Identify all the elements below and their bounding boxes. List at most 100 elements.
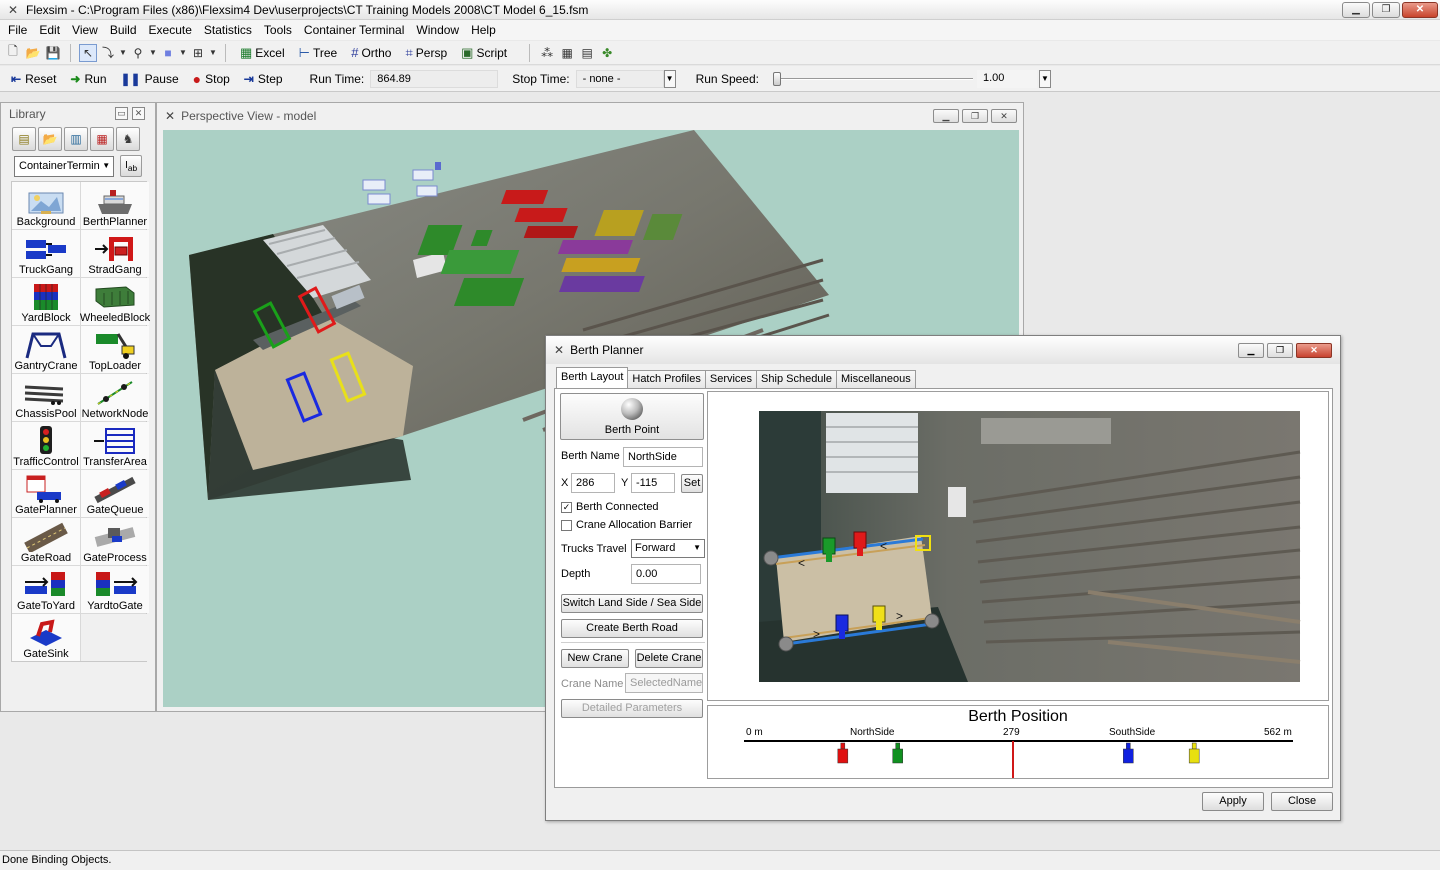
reset-button[interactable]: ⇤ Reset bbox=[4, 69, 63, 89]
persp-button[interactable]: ⌗ Persp bbox=[399, 43, 453, 63]
library-add-icon[interactable]: ▥ bbox=[64, 127, 88, 151]
dialog-close-button[interactable]: ✕ bbox=[1296, 343, 1332, 358]
crane-position-marker[interactable] bbox=[1123, 742, 1134, 764]
new-file-icon[interactable]: 🗋 bbox=[4, 44, 22, 62]
stop-button[interactable]: ● Stop bbox=[186, 69, 237, 89]
library-item-toploader[interactable]: TopLoader bbox=[81, 326, 149, 373]
tab-services[interactable]: Services bbox=[704, 370, 758, 388]
tab-berth-layout[interactable]: Berth Layout bbox=[556, 367, 629, 388]
stop-time-field[interactable]: - none - bbox=[575, 69, 664, 88]
crane-position-marker[interactable] bbox=[837, 742, 849, 764]
dropdown-arrow-icon[interactable]: ▼ bbox=[119, 44, 127, 62]
crane-allocation-barrier-checkbox[interactable]: Crane Allocation Barrier bbox=[561, 519, 692, 531]
step-button[interactable]: ⇥ Step bbox=[237, 69, 290, 89]
library-item-gantrycrane[interactable]: GantryCrane bbox=[12, 326, 80, 373]
library-close-button[interactable]: ✕ bbox=[132, 107, 145, 120]
library-minimize-button[interactable]: ▭ bbox=[115, 107, 128, 120]
menu-window[interactable]: Window bbox=[410, 20, 465, 40]
crane-name-input[interactable]: SelectedName bbox=[625, 673, 703, 693]
berth-name-input[interactable]: NorthSide bbox=[623, 447, 703, 467]
object-connect-icon[interactable]: ⚲ bbox=[129, 44, 147, 62]
menu-view[interactable]: View bbox=[66, 20, 104, 40]
run-button[interactable]: ➜ Run bbox=[63, 69, 113, 89]
view-minimize-button[interactable]: ▁ bbox=[933, 109, 959, 123]
delete-crane-button[interactable]: Delete Crane bbox=[635, 649, 703, 668]
dropdown-arrow-icon[interactable]: ▼ bbox=[209, 44, 217, 62]
berth-map-view[interactable]: < < > > bbox=[707, 391, 1329, 701]
ortho-button[interactable]: # Ortho bbox=[345, 43, 397, 63]
library-item-yardtogate[interactable]: YardtoGate bbox=[81, 566, 149, 613]
save-icon[interactable]: 💾 bbox=[44, 44, 62, 62]
detailed-parameters-button[interactable]: Detailed Parameters bbox=[561, 699, 703, 718]
berth-position-track[interactable] bbox=[708, 706, 1328, 778]
menu-build[interactable]: Build bbox=[104, 20, 143, 40]
close-button[interactable]: ✕ bbox=[1402, 2, 1438, 18]
stats-icon[interactable]: ▤ bbox=[578, 44, 596, 62]
berth-connected-checkbox[interactable]: ✓ Berth Connected bbox=[561, 501, 659, 513]
close-dialog-button[interactable]: Close bbox=[1271, 792, 1333, 811]
x-input[interactable]: 286 bbox=[571, 473, 615, 493]
crane-position-marker[interactable] bbox=[1188, 742, 1200, 764]
library-user-icon[interactable]: ♞ bbox=[116, 127, 140, 151]
menu-edit[interactable]: Edit bbox=[33, 20, 66, 40]
menu-container-terminal[interactable]: Container Terminal bbox=[298, 20, 411, 40]
library-item-transferarea[interactable]: TransferArea bbox=[81, 422, 149, 469]
layout-icon[interactable]: ⁂ bbox=[538, 44, 556, 62]
set-button[interactable]: Set bbox=[681, 474, 703, 493]
library-item-yardblock[interactable]: YardBlock bbox=[12, 278, 80, 325]
library-remove-icon[interactable]: ▦ bbox=[90, 127, 114, 151]
library-item-stradgang[interactable]: StradGang bbox=[81, 230, 149, 277]
trucks-travel-select[interactable]: Forward bbox=[631, 539, 705, 558]
crane-position-marker[interactable] bbox=[892, 742, 903, 764]
menu-execute[interactable]: Execute bbox=[143, 20, 198, 40]
dialog-maximize-button[interactable]: ❐ bbox=[1267, 343, 1293, 358]
depth-input[interactable]: 0.00 bbox=[631, 564, 701, 584]
create-berth-road-button[interactable]: Create Berth Road bbox=[561, 619, 703, 638]
library-item-gateroad[interactable]: GateRoad bbox=[12, 518, 80, 565]
excel-button[interactable]: ▦ Excel bbox=[234, 43, 291, 63]
library-item-gateprocess[interactable]: GateProcess bbox=[81, 518, 149, 565]
menu-help[interactable]: Help bbox=[465, 20, 502, 40]
maximize-button[interactable]: ❐ bbox=[1372, 2, 1400, 18]
library-load-icon[interactable]: ▤ bbox=[12, 127, 36, 151]
tab-ship-schedule[interactable]: Ship Schedule bbox=[756, 370, 837, 388]
pause-button[interactable]: ❚❚ Pause bbox=[114, 69, 186, 89]
open-folder-icon[interactable]: 📂 bbox=[24, 44, 42, 62]
library-item-gatesink[interactable]: GateSink bbox=[12, 614, 80, 661]
library-item-chassispool[interactable]: ChassisPool bbox=[12, 374, 80, 421]
menu-tools[interactable]: Tools bbox=[258, 20, 298, 40]
run-speed-dropdown[interactable]: ▼ bbox=[1038, 69, 1051, 88]
plugin-icon[interactable]: ✤ bbox=[598, 44, 616, 62]
library-item-wheeledblock[interactable]: WheeledBlock bbox=[80, 278, 150, 325]
view-maximize-button[interactable]: ❐ bbox=[962, 109, 988, 123]
library-item-trafficcontrol[interactable]: TrafficControl bbox=[12, 422, 80, 469]
library-text-icon[interactable]: Iab bbox=[120, 155, 142, 177]
library-grid-icon[interactable]: ⊞ bbox=[189, 44, 207, 62]
pointer-icon[interactable]: ↖ bbox=[79, 43, 97, 62]
dropdown-arrow-icon[interactable]: ▼ bbox=[149, 44, 157, 62]
berth-point-button[interactable]: Berth Point bbox=[560, 393, 704, 440]
dialog-minimize-button[interactable]: ▁ bbox=[1238, 343, 1264, 358]
library-item-gatetoyard[interactable]: GateToYard bbox=[12, 566, 80, 613]
y-input[interactable]: -115 bbox=[631, 473, 675, 493]
tab-hatch-profiles[interactable]: Hatch Profiles bbox=[627, 370, 706, 388]
run-speed-field[interactable]: 1.00 bbox=[976, 69, 1037, 88]
library-item-truckgang[interactable]: TruckGang bbox=[12, 230, 80, 277]
menu-statistics[interactable]: Statistics bbox=[198, 20, 258, 40]
stop-time-dropdown[interactable]: ▼ bbox=[663, 69, 676, 88]
color-square-icon[interactable]: ■ bbox=[159, 44, 177, 62]
library-open-icon[interactable]: 📂 bbox=[38, 127, 62, 151]
view-close-button[interactable]: ✕ bbox=[991, 109, 1017, 123]
library-item-networknode[interactable]: NetworkNode bbox=[81, 374, 149, 421]
dropdown-arrow-icon[interactable]: ▼ bbox=[179, 44, 187, 62]
apply-button[interactable]: Apply bbox=[1202, 792, 1264, 811]
library-item-background[interactable]: Background bbox=[12, 182, 80, 229]
library-item-gatequeue[interactable]: GateQueue bbox=[81, 470, 149, 517]
script-button[interactable]: ▣ Script bbox=[455, 43, 513, 63]
library-item-gateplanner[interactable]: GatePlanner bbox=[12, 470, 80, 517]
run-speed-slider[interactable] bbox=[772, 70, 973, 88]
berth-layout-map[interactable]: < < > > bbox=[708, 392, 1328, 700]
new-crane-button[interactable]: New Crane bbox=[561, 649, 629, 668]
tab-miscellaneous[interactable]: Miscellaneous bbox=[836, 370, 916, 388]
library-category-select[interactable]: ContainerTermin bbox=[14, 155, 115, 177]
